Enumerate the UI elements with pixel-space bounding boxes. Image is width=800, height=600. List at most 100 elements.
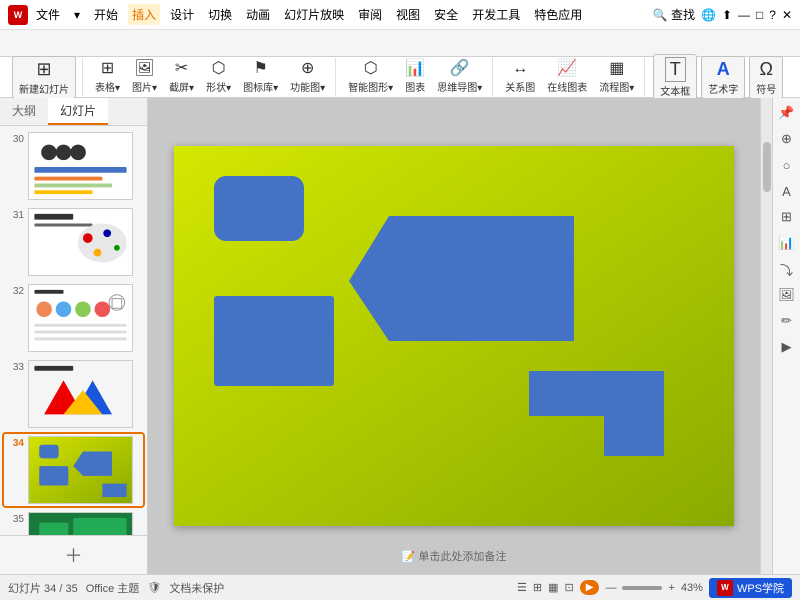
- ribbon-group-slides: ⊞ 新建幻灯片: [6, 58, 83, 96]
- export-btn[interactable]: ⬆: [722, 8, 732, 22]
- flow-chart-label: 流程图▾: [599, 79, 634, 94]
- new-slide-icon: ⊞: [36, 59, 51, 80]
- online-chart-btn[interactable]: 📈 在线图表: [543, 59, 591, 96]
- right-toolbar: 📌 ⊕ ○ A ⊞ 📊 ⤵ 🖼 ✏ ▶: [772, 98, 800, 574]
- new-slide-btn[interactable]: ⊞ 新建幻灯片: [12, 56, 76, 99]
- tab-outline[interactable]: 大纲: [0, 98, 48, 125]
- layout-grid-btn[interactable]: ⊞: [533, 581, 542, 594]
- rt-flow-btn[interactable]: ⤵: [776, 258, 798, 280]
- screenshot-btn[interactable]: ✂ 截屏▾: [165, 59, 198, 96]
- slide-num-35: 35: [6, 514, 24, 525]
- menu-dropdown[interactable]: ▾: [70, 6, 84, 24]
- menu-transition[interactable]: 切换: [204, 4, 236, 25]
- tab-slides[interactable]: 幻灯片: [48, 98, 108, 125]
- icon-lib-btn[interactable]: ⚑ 图标库▾: [239, 59, 282, 96]
- text-box-btn[interactable]: T 文本框: [653, 54, 697, 101]
- shield-icon: 🛡: [147, 581, 161, 594]
- func-chart-btn[interactable]: ⊕ 功能图▾: [286, 59, 329, 96]
- ribbon-group-smart: ⬡ 智能图形▾ 📊 图表 🔗 思维导图▾: [338, 58, 493, 96]
- wps-academy-btn[interactable]: W WPS学院: [709, 578, 792, 598]
- menu-file[interactable]: 文件: [32, 4, 64, 25]
- image-icon: 🖼: [134, 61, 154, 77]
- layout-list-btn[interactable]: ▦: [548, 581, 558, 594]
- protection-status: 文档未保护: [169, 580, 224, 596]
- zoom-in-btn[interactable]: +: [668, 582, 674, 594]
- slide-num-31: 31: [6, 210, 24, 221]
- rt-copy-btn[interactable]: ⊕: [776, 128, 798, 150]
- rt-text-btn[interactable]: A: [776, 180, 798, 202]
- title-bar: W 文件 ▾ 开始 插入 设计 切换 动画 幻灯片放映 审阅 视图 安全 开发工…: [0, 0, 800, 30]
- wps-academy-label: WPS学院: [737, 580, 784, 596]
- slide-item-35[interactable]: 35: [4, 510, 143, 535]
- ribbon: ⊞ 新建幻灯片 ⊞ 表格▾ 🖼 图片▾ ✂ 截屏▾ ⬡ 形状▾ ⚑: [0, 30, 800, 98]
- share-btn[interactable]: 🌐: [701, 8, 716, 22]
- menu-insert[interactable]: 插入: [128, 4, 160, 25]
- slide-item-32[interactable]: 32: [4, 282, 143, 354]
- screenshot-icon: ✂: [175, 61, 188, 77]
- slide-item-30[interactable]: 30: [4, 130, 143, 202]
- smart-shape-label: 智能图形▾: [348, 79, 393, 94]
- minimize-btn[interactable]: —: [738, 8, 750, 22]
- image-btn[interactable]: 🖼 图片▾: [128, 59, 161, 96]
- smart-shape-icon: ⬡: [364, 61, 378, 77]
- menu-home[interactable]: 开始: [90, 4, 122, 25]
- menu-view[interactable]: 视图: [392, 4, 424, 25]
- screenshot-label: 截屏▾: [169, 79, 194, 94]
- scrollbar-thumb[interactable]: [763, 142, 771, 192]
- art-text-label: 艺术字: [708, 81, 738, 96]
- search-icon[interactable]: 🔍 查找: [653, 6, 695, 23]
- smart-shape-btn[interactable]: ⬡ 智能图形▾: [344, 59, 397, 96]
- shape-btn[interactable]: ⬡ 形状▾: [202, 59, 235, 96]
- rt-edit-btn[interactable]: ✏: [776, 310, 798, 332]
- zoom-out-btn[interactable]: —: [605, 582, 616, 594]
- rt-chart-btn[interactable]: 📊: [776, 232, 798, 254]
- footer-note: 📝 单击此处添加备注: [402, 548, 507, 564]
- mind-map-btn[interactable]: 🔗 思维导图▾: [433, 59, 486, 96]
- flow-chart-icon: ▦: [609, 61, 624, 77]
- panel-tabs: 大纲 幻灯片: [0, 98, 147, 126]
- zoom-slider[interactable]: [622, 586, 662, 590]
- add-slide-btn[interactable]: ＋: [0, 535, 147, 574]
- rt-shape-btn[interactable]: ○: [776, 154, 798, 176]
- maximize-btn[interactable]: □: [756, 8, 763, 22]
- chart-label: 图表: [405, 79, 425, 94]
- table-btn[interactable]: ⊞ 表格▾: [91, 59, 124, 96]
- art-text-btn[interactable]: A 艺术字: [701, 56, 745, 99]
- canvas-area[interactable]: 📝 单击此处添加备注: [148, 98, 760, 574]
- note-text[interactable]: 单击此处添加备注: [418, 551, 506, 563]
- rt-table-btn[interactable]: ⊞: [776, 206, 798, 228]
- close-btn[interactable]: ✕: [782, 8, 792, 22]
- slide-item-34[interactable]: 34: [4, 434, 143, 506]
- menu-features[interactable]: 特色应用: [530, 4, 586, 25]
- menu-review[interactable]: 审阅: [354, 4, 386, 25]
- slide-thumb-34: [28, 436, 133, 504]
- slide-item-33[interactable]: 33: [4, 358, 143, 430]
- slide-thumb-31: [28, 208, 133, 276]
- layout-normal-btn[interactable]: ☰: [517, 581, 527, 594]
- menu-security[interactable]: 安全: [430, 4, 462, 25]
- rt-pin-btn[interactable]: 📌: [776, 102, 798, 124]
- help-btn[interactable]: ?: [769, 8, 776, 22]
- new-slide-label: 新建幻灯片: [19, 81, 69, 96]
- slide-item-31[interactable]: 31: [4, 206, 143, 278]
- layout-full-btn[interactable]: ⊡: [565, 581, 574, 594]
- menu-slideshow[interactable]: 幻灯片放映: [280, 4, 348, 25]
- menu-design[interactable]: 设计: [166, 4, 198, 25]
- symbol-btn[interactable]: Ω 符号: [749, 56, 783, 99]
- relation-btn[interactable]: ↔ 关系图: [501, 59, 539, 96]
- ribbon-group-text: T 文本框 A 艺术字 Ω 符号: [647, 58, 789, 96]
- menu-developer[interactable]: 开发工具: [468, 4, 524, 25]
- ribbon-content: ⊞ 新建幻灯片 ⊞ 表格▾ 🖼 图片▾ ✂ 截屏▾ ⬡ 形状▾ ⚑: [0, 57, 800, 97]
- title-menu: 文件 ▾ 开始 插入 设计 切换 动画 幻灯片放映 审阅 视图 安全 开发工具 …: [32, 4, 586, 25]
- menu-animation[interactable]: 动画: [242, 4, 274, 25]
- rt-media-btn[interactable]: ▶: [776, 336, 798, 358]
- mind-map-icon: 🔗: [450, 61, 470, 77]
- table-icon: ⊞: [101, 61, 114, 77]
- play-btn[interactable]: ▶: [580, 580, 600, 595]
- flow-chart-btn[interactable]: ▦ 流程图▾: [595, 59, 638, 96]
- zoom-level: 43%: [681, 582, 703, 594]
- rt-image-btn[interactable]: 🖼: [776, 284, 798, 306]
- mind-map-label: 思维导图▾: [437, 79, 482, 94]
- vertical-scrollbar[interactable]: [760, 98, 772, 574]
- chart-btn[interactable]: 📊 图表: [401, 59, 429, 96]
